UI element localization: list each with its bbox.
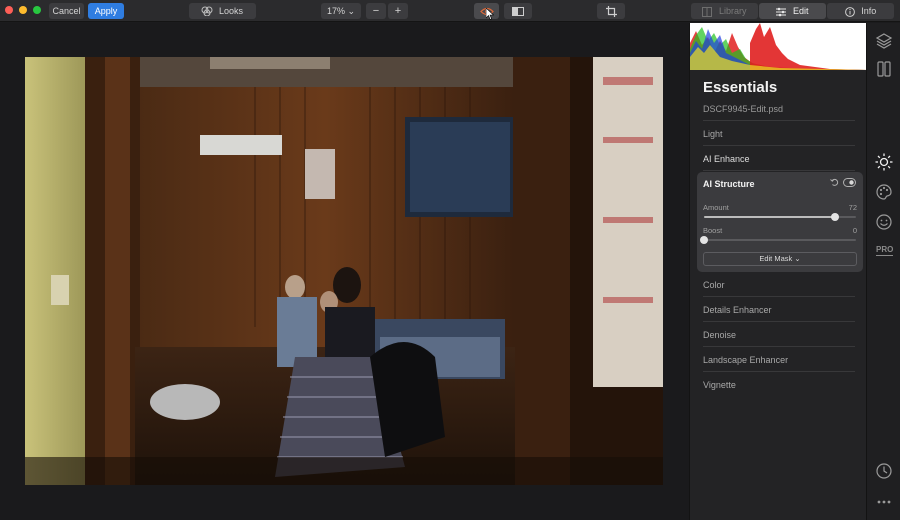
ai-structure-title[interactable]: AI Structure [703, 179, 755, 189]
boost-slider[interactable] [700, 236, 856, 244]
tab-info[interactable]: Info [827, 3, 894, 19]
split-view-icon [512, 7, 524, 17]
photo-canvas[interactable] [0, 23, 689, 520]
looks-label: Looks [219, 6, 244, 16]
zoom-window-button[interactable] [33, 6, 41, 14]
sun-icon[interactable] [875, 153, 893, 171]
amount-slider-fill [704, 216, 835, 218]
divider [703, 346, 855, 347]
cancel-button[interactable]: Cancel [49, 3, 84, 19]
divider [703, 321, 855, 322]
minimize-window-button[interactable] [19, 6, 27, 14]
pro-tools-badge[interactable]: PRO [876, 245, 894, 256]
compare-button[interactable] [504, 3, 532, 19]
mouse-cursor-icon [486, 8, 494, 20]
ai-structure-card: AI Structure Amount 72 Boost 0 Edit Mask… [697, 172, 863, 272]
section-ai-enhance[interactable]: AI Enhance [703, 154, 750, 164]
divider [703, 145, 855, 146]
close-window-button[interactable] [5, 6, 13, 14]
more-options-icon[interactable] [875, 493, 893, 511]
portrait-face-icon[interactable] [875, 213, 893, 231]
tab-library[interactable]: Library [691, 3, 758, 19]
zoom-out-button[interactable]: − [366, 3, 386, 19]
visibility-toggle-icon[interactable] [843, 178, 856, 187]
palette-icon[interactable] [875, 183, 893, 201]
history-clock-icon[interactable] [875, 462, 893, 480]
library-icon [702, 6, 713, 17]
amount-value: 72 [848, 203, 857, 212]
boost-slider-thumb[interactable] [700, 236, 708, 244]
boost-value: 0 [852, 226, 857, 235]
divider [703, 120, 855, 121]
info-icon [844, 6, 855, 17]
tab-edit-label: Edit [793, 6, 809, 16]
zoom-in-button[interactable]: + [388, 3, 408, 19]
looks-icon [201, 6, 213, 16]
crop-icon [605, 6, 617, 18]
boost-label: Boost [703, 226, 723, 235]
tab-library-label: Library [719, 6, 747, 16]
apply-button[interactable]: Apply [88, 3, 124, 19]
section-details-enhancer[interactable]: Details Enhancer [703, 305, 772, 315]
adjustments-panel: Essentials DSCF9945-Edit.psd Light AI En… [689, 23, 867, 520]
sliders-icon [776, 7, 787, 16]
looks-button[interactable]: Looks [189, 3, 256, 19]
amount-slider[interactable] [704, 213, 856, 221]
tool-icon-bar: PRO [866, 23, 900, 520]
section-light[interactable]: Light [703, 129, 723, 139]
amount-label: Amount [703, 203, 729, 212]
section-landscape-enhancer[interactable]: Landscape Enhancer [703, 355, 788, 365]
layers-icon[interactable] [875, 32, 893, 50]
presets-icon[interactable] [875, 60, 893, 78]
section-color[interactable]: Color [703, 280, 725, 290]
amount-slider-thumb[interactable] [830, 213, 839, 221]
tab-info-label: Info [861, 6, 877, 16]
top-toolbar: Cancel Apply Looks 17% ⌄ − + Library Edi… [0, 0, 900, 22]
section-vignette[interactable]: Vignette [703, 380, 736, 390]
section-denoise[interactable]: Denoise [703, 330, 736, 340]
tab-edit[interactable]: Edit [759, 3, 826, 19]
divider [703, 296, 855, 297]
divider [703, 371, 855, 372]
histogram [690, 23, 867, 70]
reset-icon[interactable] [830, 178, 839, 187]
zoom-level-dropdown[interactable]: 17% ⌄ [321, 3, 361, 19]
crop-button[interactable] [597, 3, 625, 19]
file-name: DSCF9945-Edit.psd [703, 104, 784, 114]
edit-mask-button[interactable]: Edit Mask ⌄ [703, 252, 857, 266]
photo-image [25, 57, 663, 485]
panel-title: Essentials [703, 79, 778, 96]
divider [703, 170, 855, 171]
